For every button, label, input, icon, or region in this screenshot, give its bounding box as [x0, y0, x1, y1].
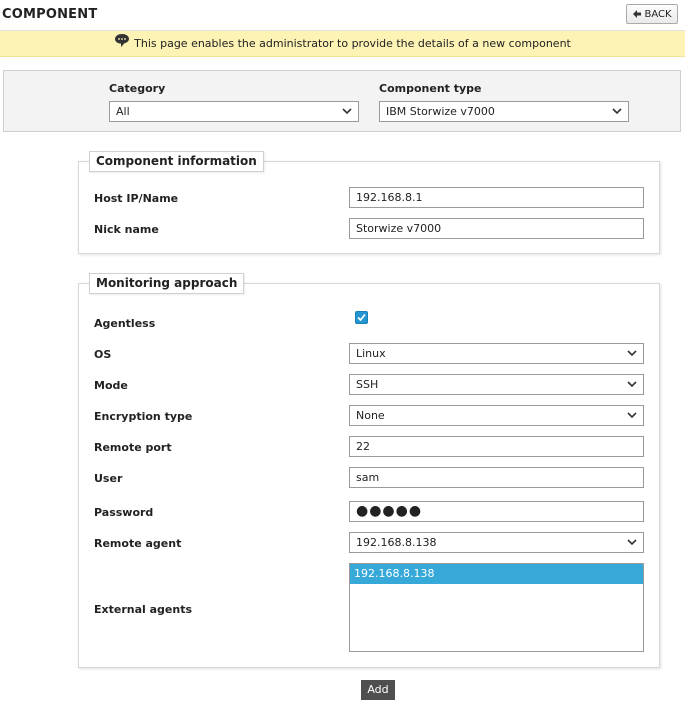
agentless-label: Agentless: [94, 317, 156, 330]
user-input[interactable]: sam: [349, 467, 644, 488]
category-select-value: All: [116, 105, 130, 118]
external-agents-listbox[interactable]: 192.168.8.138: [349, 563, 644, 652]
password-label: Password: [94, 506, 154, 519]
remote-port-label: Remote port: [94, 441, 172, 454]
remote-port-input[interactable]: 22: [349, 436, 644, 457]
user-label: User: [94, 472, 123, 485]
mode-select-value: SSH: [356, 378, 379, 391]
page-title: COMPONENT: [2, 7, 98, 22]
nick-name-input[interactable]: Storwize v7000: [349, 218, 644, 239]
os-select-value: Linux: [356, 347, 386, 360]
back-button-label: BACK: [644, 8, 672, 20]
chevron-down-icon: [342, 108, 352, 115]
mode-label: Mode: [94, 379, 128, 392]
component-info-legend: Component information: [89, 151, 264, 172]
mode-select[interactable]: SSH: [349, 374, 644, 395]
chevron-down-icon: [627, 539, 637, 546]
encryption-select[interactable]: None: [349, 405, 644, 426]
component-type-label: Component type: [379, 82, 482, 95]
chevron-down-icon: [612, 108, 622, 115]
back-button[interactable]: BACK: [626, 4, 678, 24]
monitoring-legend: Monitoring approach: [89, 273, 245, 294]
remote-agent-select[interactable]: 192.168.8.138: [349, 532, 644, 553]
os-select[interactable]: Linux: [349, 343, 644, 364]
banner-text: This page enables the administrator to p…: [134, 37, 571, 50]
external-agents-label: External agents: [94, 603, 193, 616]
header-bar: COMPONENT BACK: [0, 0, 685, 31]
back-arrow-icon: [633, 10, 642, 18]
host-input[interactable]: 192.168.8.1: [349, 187, 644, 208]
os-label: OS: [94, 348, 112, 361]
speech-bubble-icon: [115, 34, 130, 47]
external-agent-option[interactable]: 192.168.8.138: [350, 564, 643, 585]
remote-agent-label: Remote agent: [94, 537, 182, 550]
component-type-select-value: IBM Storwize v7000: [386, 105, 495, 118]
chevron-down-icon: [627, 412, 637, 419]
encryption-select-value: None: [356, 409, 385, 422]
info-banner: This page enables the administrator to p…: [0, 31, 685, 57]
agentless-checkbox[interactable]: [355, 311, 368, 324]
encryption-label: Encryption type: [94, 410, 193, 423]
remote-agent-select-value: 192.168.8.138: [356, 536, 437, 549]
category-label: Category: [109, 82, 166, 95]
checkmark-icon: [357, 313, 366, 322]
nick-name-label: Nick name: [94, 223, 159, 236]
add-button[interactable]: Add: [361, 680, 395, 700]
password-input[interactable]: ●●●●●: [349, 501, 644, 522]
chevron-down-icon: [627, 381, 637, 388]
host-label: Host IP/Name: [94, 192, 179, 205]
chevron-down-icon: [627, 350, 637, 357]
component-type-select[interactable]: IBM Storwize v7000: [379, 101, 629, 122]
category-select[interactable]: All: [109, 101, 359, 122]
